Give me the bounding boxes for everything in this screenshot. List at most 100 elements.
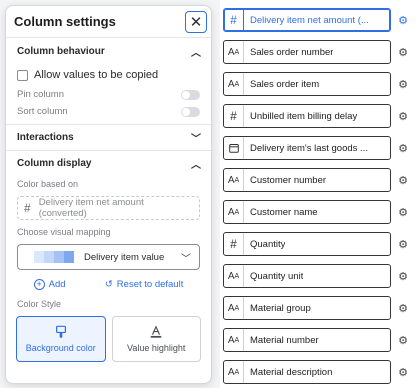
sort-column-row: Sort column bbox=[6, 103, 211, 120]
section-column-behaviour[interactable]: Column behaviour ︿ bbox=[6, 38, 211, 64]
number-type-icon: # bbox=[224, 9, 244, 31]
column-item: A A Sales order item ⚙ bbox=[223, 68, 413, 100]
chevron-up-icon: ︿ bbox=[191, 160, 201, 171]
checkbox[interactable] bbox=[17, 69, 28, 81]
column-label: Delivery item net amount (... bbox=[250, 14, 369, 26]
gear-icon[interactable]: ⚙ bbox=[396, 142, 410, 155]
column-chip[interactable]: A A Sales order item bbox=[223, 72, 391, 96]
reset-button[interactable]: ↺ Reset to default bbox=[105, 279, 184, 290]
column-item: A A Quantity unit ⚙ bbox=[223, 260, 413, 292]
mapping-actions: + Add ↺ Reset to default bbox=[6, 272, 211, 296]
column-list: # Delivery item net amount (... ⚙ A A Sales o… bbox=[223, 4, 413, 388]
paint-bucket-icon bbox=[55, 325, 66, 338]
color-based-on-value: Delivery item net amount (converted) bbox=[38, 197, 144, 219]
close-icon: ✕ bbox=[189, 13, 203, 31]
pin-column-toggle[interactable] bbox=[181, 89, 200, 100]
column-label: Unbilled item billing delay bbox=[250, 110, 358, 122]
column-item: A A Material group ⚙ bbox=[223, 292, 413, 324]
color-scale-swatch bbox=[34, 251, 74, 263]
number-type-icon: # bbox=[24, 201, 31, 215]
number-type-icon: # bbox=[224, 233, 244, 255]
column-settings-panel: Column settings ✕ Column behaviour ︿ All… bbox=[5, 5, 212, 384]
section-column-display[interactable]: Column display ︿ bbox=[6, 150, 211, 176]
close-button[interactable]: ✕ bbox=[185, 10, 207, 33]
column-chip[interactable]: # Delivery item net amount (... bbox=[223, 8, 391, 32]
gear-icon[interactable]: ⚙ bbox=[396, 78, 410, 91]
reset-label: Reset to default bbox=[116, 278, 184, 290]
add-label: Add bbox=[48, 278, 66, 290]
gear-icon[interactable]: ⚙ bbox=[396, 334, 410, 347]
column-item: Delivery item's last goods ... ⚙ bbox=[223, 132, 413, 164]
copy-values-option[interactable]: Allow values to be copied bbox=[6, 64, 211, 86]
text-type-icon: AA bbox=[224, 73, 244, 95]
background-color-option[interactable]: Background color bbox=[16, 316, 106, 362]
sort-column-toggle[interactable] bbox=[181, 106, 200, 117]
color-based-on-field[interactable]: # Delivery item net amount (converted) bbox=[17, 196, 200, 220]
reset-icon: ↺ bbox=[104, 278, 113, 290]
sort-column-label: Sort column bbox=[17, 106, 68, 117]
column-label: Sales order number bbox=[250, 46, 334, 58]
column-item: A A Customer name ⚙ bbox=[223, 196, 413, 228]
column-label: Quantity unit bbox=[250, 270, 304, 282]
gear-icon[interactable]: ⚙ bbox=[396, 238, 410, 251]
column-chip[interactable]: A A Quantity unit bbox=[223, 264, 391, 288]
number-type-icon: # bbox=[224, 105, 244, 127]
gear-icon[interactable]: ⚙ bbox=[396, 14, 410, 27]
text-type-icon: AA bbox=[224, 201, 244, 223]
color-style-options: Background color Value highlight bbox=[6, 316, 211, 362]
column-label: Customer name bbox=[250, 206, 318, 218]
column-chip[interactable]: # Unbilled item billing delay bbox=[223, 104, 391, 128]
pin-column-label: Pin column bbox=[17, 89, 64, 100]
pin-column-row: Pin column bbox=[6, 86, 211, 103]
column-item: A A Material number ⚙ bbox=[223, 324, 413, 356]
gear-icon[interactable]: ⚙ bbox=[396, 302, 410, 315]
background-color-label: Background color bbox=[25, 343, 96, 353]
value-highlight-option[interactable]: Value highlight bbox=[111, 316, 201, 362]
gear-icon[interactable]: ⚙ bbox=[396, 46, 410, 59]
visual-mapping-select[interactable]: Delivery item value ﹀ bbox=[17, 244, 200, 270]
gear-icon[interactable]: ⚙ bbox=[396, 206, 410, 219]
mapping-value: Delivery item value bbox=[84, 251, 165, 263]
column-chip[interactable]: A A Material group bbox=[223, 296, 391, 320]
text-type-icon: AA bbox=[224, 329, 244, 351]
text-type-icon: AA bbox=[224, 169, 244, 191]
column-item: # Unbilled item billing delay ⚙ bbox=[223, 100, 413, 132]
value-highlight-label: Value highlight bbox=[127, 343, 186, 353]
add-button[interactable]: + Add bbox=[33, 278, 66, 290]
panel-header: Column settings ✕ bbox=[6, 6, 211, 38]
gear-icon[interactable]: ⚙ bbox=[396, 110, 410, 123]
calendar-icon bbox=[224, 137, 244, 159]
column-chip[interactable]: A A Material number bbox=[223, 328, 391, 352]
column-chip[interactable]: # Quantity bbox=[223, 232, 391, 256]
column-chip[interactable]: A A Customer number bbox=[223, 168, 391, 192]
column-item: A A Customer number ⚙ bbox=[223, 164, 413, 196]
gear-icon[interactable]: ⚙ bbox=[396, 366, 410, 379]
section-title: Column display bbox=[17, 158, 92, 169]
column-chip[interactable]: A A Material description bbox=[223, 360, 391, 384]
section-title: Column behaviour bbox=[17, 45, 105, 57]
column-item: # Delivery item net amount (... ⚙ bbox=[223, 4, 413, 36]
section-interactions[interactable]: Interactions ﹀ bbox=[6, 124, 211, 150]
color-based-on-label: Color based on bbox=[17, 179, 79, 189]
column-label: Customer number bbox=[250, 174, 327, 186]
plus-icon: + bbox=[33, 278, 45, 290]
text-type-icon: AA bbox=[224, 41, 244, 63]
column-label: Material number bbox=[250, 334, 319, 346]
chevron-down-icon: ﹀ bbox=[191, 134, 201, 145]
color-style-label: Color Style bbox=[17, 299, 62, 309]
column-chip[interactable]: Delivery item's last goods ... bbox=[223, 136, 391, 160]
column-label: Quantity bbox=[250, 238, 286, 250]
column-chip[interactable]: A A Sales order number bbox=[223, 40, 391, 64]
section-title: Interactions bbox=[17, 132, 74, 143]
column-chip[interactable]: A A Customer name bbox=[223, 200, 391, 224]
chevron-up-icon: ︿ bbox=[191, 47, 201, 59]
panel-title: Column settings bbox=[14, 14, 116, 29]
text-type-icon: AA bbox=[224, 265, 244, 287]
mapping-label: Choose visual mapping bbox=[17, 227, 111, 237]
gear-icon[interactable]: ⚙ bbox=[396, 174, 410, 187]
text-highlight-icon bbox=[151, 325, 162, 338]
text-type-icon: AA bbox=[224, 361, 244, 383]
gear-icon[interactable]: ⚙ bbox=[396, 270, 410, 283]
column-item: A A Sales order number ⚙ bbox=[223, 36, 413, 68]
chevron-down-icon: ﹀ bbox=[181, 253, 191, 265]
